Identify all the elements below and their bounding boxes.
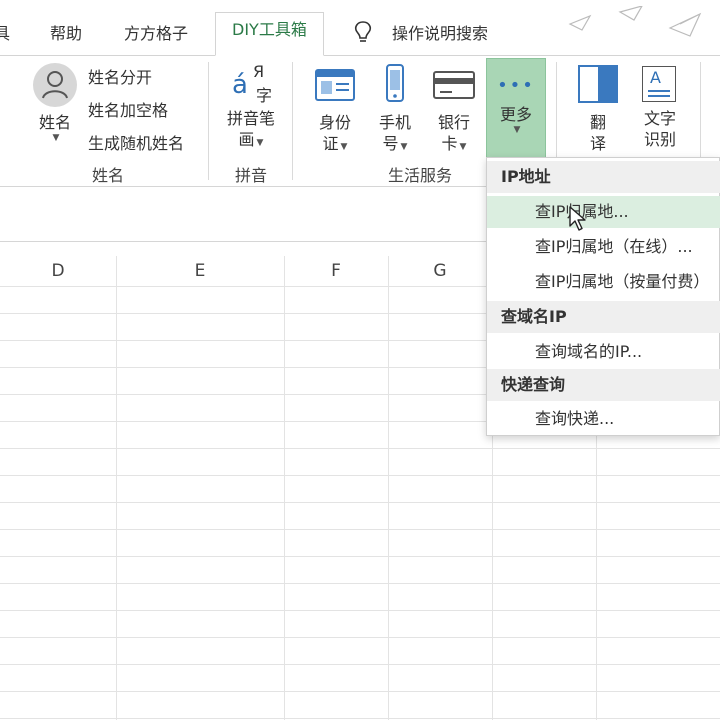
pinyin-icon: á Я 字 — [232, 62, 273, 105]
menu-item-domain-ip-lookup[interactable]: 查询域名的IP... — [487, 336, 720, 368]
menu-section-domain-ip: 查域名IP — [487, 301, 720, 333]
id-card-icon — [315, 69, 355, 101]
grid-row-line — [0, 610, 720, 611]
name-button-label: 姓名 — [38, 113, 71, 132]
grid-column-line — [116, 256, 117, 720]
name-add-space-button[interactable]: 姓名加空格 — [88, 97, 168, 121]
bank-card-icon — [433, 71, 475, 99]
chevron-down-icon: ▼ — [400, 142, 408, 152]
chevron-down-icon: ▼ — [459, 142, 467, 152]
ocr-label-2: 识别 — [643, 130, 676, 149]
ocr-button[interactable]: A 文字 识别 — [634, 62, 686, 150]
name-button[interactable]: 姓名 ▼ — [28, 62, 82, 143]
grid-row-line — [0, 502, 720, 503]
grid-column-line — [388, 256, 389, 720]
random-name-button[interactable]: 生成随机姓名 — [88, 130, 184, 154]
translate-button[interactable]: 翻 译 — [572, 62, 624, 154]
translate-label: 翻 — [589, 113, 606, 132]
bank-card-button[interactable]: 银行 卡 ▼ — [428, 62, 480, 158]
user-avatar-icon — [33, 63, 77, 107]
group-separator — [292, 62, 293, 180]
grid-column-line — [284, 256, 285, 720]
grid-row-line — [0, 529, 720, 530]
grid-row-line — [0, 556, 720, 557]
menu-item-ip-lookup-online[interactable]: 查IP归属地（在线）... — [487, 231, 720, 263]
grid-row-line — [0, 583, 720, 584]
mobile-phone-icon — [386, 64, 404, 102]
tab-diy-toolbox[interactable]: DIY工具箱 — [215, 12, 324, 56]
column-header-e[interactable]: E — [116, 256, 284, 286]
pinyin-button-label-2: 画 — [238, 130, 255, 149]
pinyin-stroke-button[interactable]: á Я 字 拼音笔 画 ▼ — [220, 62, 282, 154]
group-separator — [208, 62, 209, 180]
phone-number-button[interactable]: 手机 号 ▼ — [372, 62, 418, 158]
chevron-down-icon: ▼ — [340, 142, 348, 152]
menu-section-express-query: 快递查询 — [487, 369, 720, 401]
menu-item-express-lookup[interactable]: 查询快递... — [487, 403, 720, 435]
grid-row-line — [0, 718, 720, 719]
grid-row-line — [0, 691, 720, 692]
column-header-d[interactable]: D — [0, 256, 116, 286]
id-card-label: 身份 — [318, 113, 351, 132]
grid-row-line — [0, 664, 720, 665]
group-label-pinyin: 拼音 — [235, 166, 268, 185]
chevron-down-icon: ▼ — [256, 138, 264, 148]
bank-card-label: 银行 — [437, 113, 470, 132]
grid-row-line — [0, 637, 720, 638]
id-card-label-2: 证 — [322, 134, 339, 153]
tab-fangfang[interactable]: 方方格子 — [124, 20, 188, 44]
ocr-label: 文字 — [643, 109, 676, 128]
ribbon-tab-bar: 具 帮助 方方格子 DIY工具箱 操作说明搜索 — [0, 0, 720, 56]
tab-help[interactable]: 帮助 — [50, 20, 82, 44]
grid-row-line — [0, 448, 720, 449]
phone-label-2: 号 — [382, 134, 399, 153]
menu-item-ip-lookup[interactable]: 查IP归属地... — [487, 196, 720, 228]
more-button[interactable]: ••• 更多 ▼ — [486, 58, 546, 158]
document-text-icon: A — [640, 62, 680, 108]
translate-label-2: 译 — [589, 134, 606, 153]
paper-plane-decoration-icon — [568, 6, 702, 37]
column-header-g[interactable]: G — [388, 256, 492, 286]
chevron-down-icon: ▼ — [52, 133, 60, 143]
split-name-button[interactable]: 姓名分开 — [88, 64, 152, 88]
pinyin-button-label: 拼音笔 — [226, 109, 275, 128]
column-header-f[interactable]: F — [284, 256, 388, 286]
tab-tools[interactable]: 具 — [0, 20, 10, 44]
grid-row-line — [0, 475, 720, 476]
group-label-name: 姓名 — [92, 166, 125, 185]
chevron-down-icon: ▼ — [513, 125, 521, 135]
lightbulb-icon[interactable] — [352, 20, 374, 46]
more-button-label: 更多 — [499, 105, 532, 124]
group-label-life-services: 生活服务 — [388, 166, 453, 185]
menu-item-ip-lookup-paid[interactable]: 查IP归属地（按量付费） — [487, 266, 720, 298]
more-dots-icon: ••• — [497, 75, 535, 96]
mouse-cursor-icon — [569, 206, 586, 231]
phone-label: 手机 — [378, 113, 411, 132]
tab-search-help[interactable]: 操作说明搜索 — [392, 20, 488, 44]
translate-icon — [578, 65, 618, 103]
id-card-button[interactable]: 身份 证 ▼ — [310, 62, 360, 158]
menu-section-ip-address: IP地址 — [487, 161, 720, 193]
more-dropdown-menu: IP地址 查IP归属地... 查IP归属地（在线）... 查IP归属地（按量付费… — [486, 157, 720, 436]
bank-card-label-2: 卡 — [441, 134, 458, 153]
